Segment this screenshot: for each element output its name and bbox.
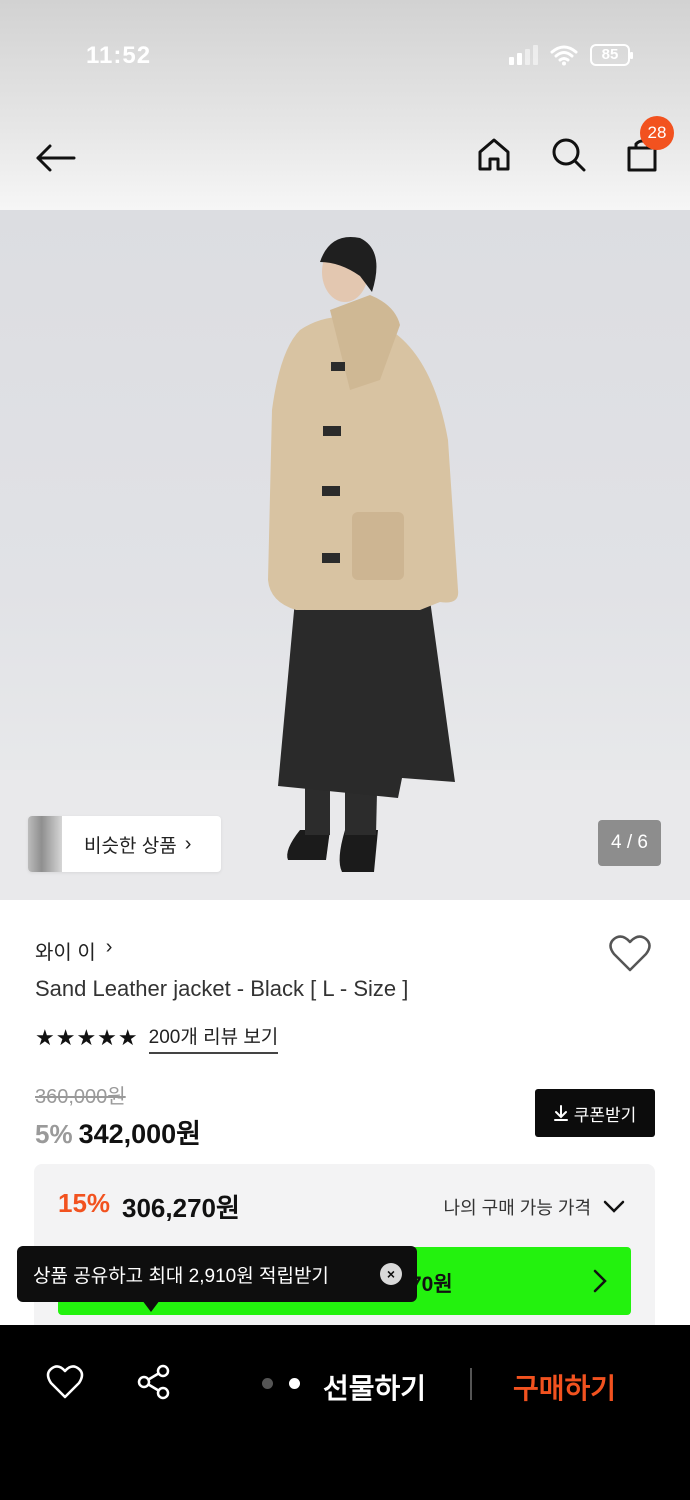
dot-active [289,1378,300,1389]
share-reward-tooltip: 상품 공유하고 최대 2,910원 적립받기 [17,1246,417,1302]
chevron-right-icon: › [184,832,192,855]
my-price-label: 나의 구매 가능 가격 [443,1198,591,1218]
heart-icon[interactable] [608,934,652,974]
search-icon[interactable] [550,136,586,172]
cart-button[interactable]: 28 [624,116,674,172]
chevron-down-icon [603,1200,625,1213]
price-row: 5% 342,000원 [35,1112,201,1151]
my-discount-rate: 15% [58,1188,111,1218]
coupon-button[interactable]: 쿠폰받기 [535,1089,655,1137]
similar-products-label: 비슷한 상품 [84,835,177,857]
close-icon[interactable]: × [380,1263,402,1285]
product-photo [0,237,690,900]
product-image[interactable] [0,210,690,900]
home-icon[interactable] [476,136,512,172]
my-price: 306,270원 [122,1193,240,1223]
wifi-icon [550,45,578,66]
status-time: 11:52 [86,42,152,69]
status-indicators: 85 [509,44,633,66]
discount-rate: 5% [35,1119,73,1149]
chevron-right-icon: › [105,936,113,958]
heart-icon[interactable] [46,1364,84,1400]
signal-icon [509,45,538,65]
brand-name: 와이 이 [35,942,96,964]
similar-products-button[interactable]: 비슷한 상품 › [28,816,221,872]
header-actions: 28 [476,116,674,172]
cart-count-badge: 28 [640,116,674,150]
carousel-dots [262,1378,300,1389]
sale-price: 342,000원 [78,1119,202,1149]
share-icon[interactable] [136,1364,172,1400]
original-price: 360,000원 [35,1086,126,1108]
image-page-indicator: 4 / 6 [598,820,661,866]
chevron-right-icon [593,1269,607,1293]
battery-indicator: 85 [590,44,633,66]
dot [262,1378,273,1389]
download-icon [553,1105,568,1121]
bottom-action-bar [0,1325,690,1500]
divider [470,1368,472,1400]
tooltip-text: 상품 공유하고 최대 2,910원 적립받기 [33,1265,329,1287]
top-bar [0,0,690,210]
back-arrow-icon[interactable] [30,128,80,178]
tooltip-arrow [142,1300,160,1312]
rating-stars: ★★★★★ [35,1025,139,1050]
product-title: Sand Leather jacket - Black [ L - Size ] [35,976,409,1001]
coupon-label: 쿠폰받기 [573,1105,637,1125]
buy-button[interactable]: 구매하기 [513,1367,616,1407]
my-price-toggle[interactable]: 나의 구매 가능 가격 [444,1194,625,1220]
brand-link[interactable]: 와이 이 › [35,936,112,965]
rating-row: ★★★★★ 200개 리뷰 보기 [35,1022,279,1054]
review-link[interactable]: 200개 리뷰 보기 [148,1022,279,1054]
gift-button[interactable]: 선물하기 [323,1367,426,1407]
similar-thumbnail [28,816,62,872]
